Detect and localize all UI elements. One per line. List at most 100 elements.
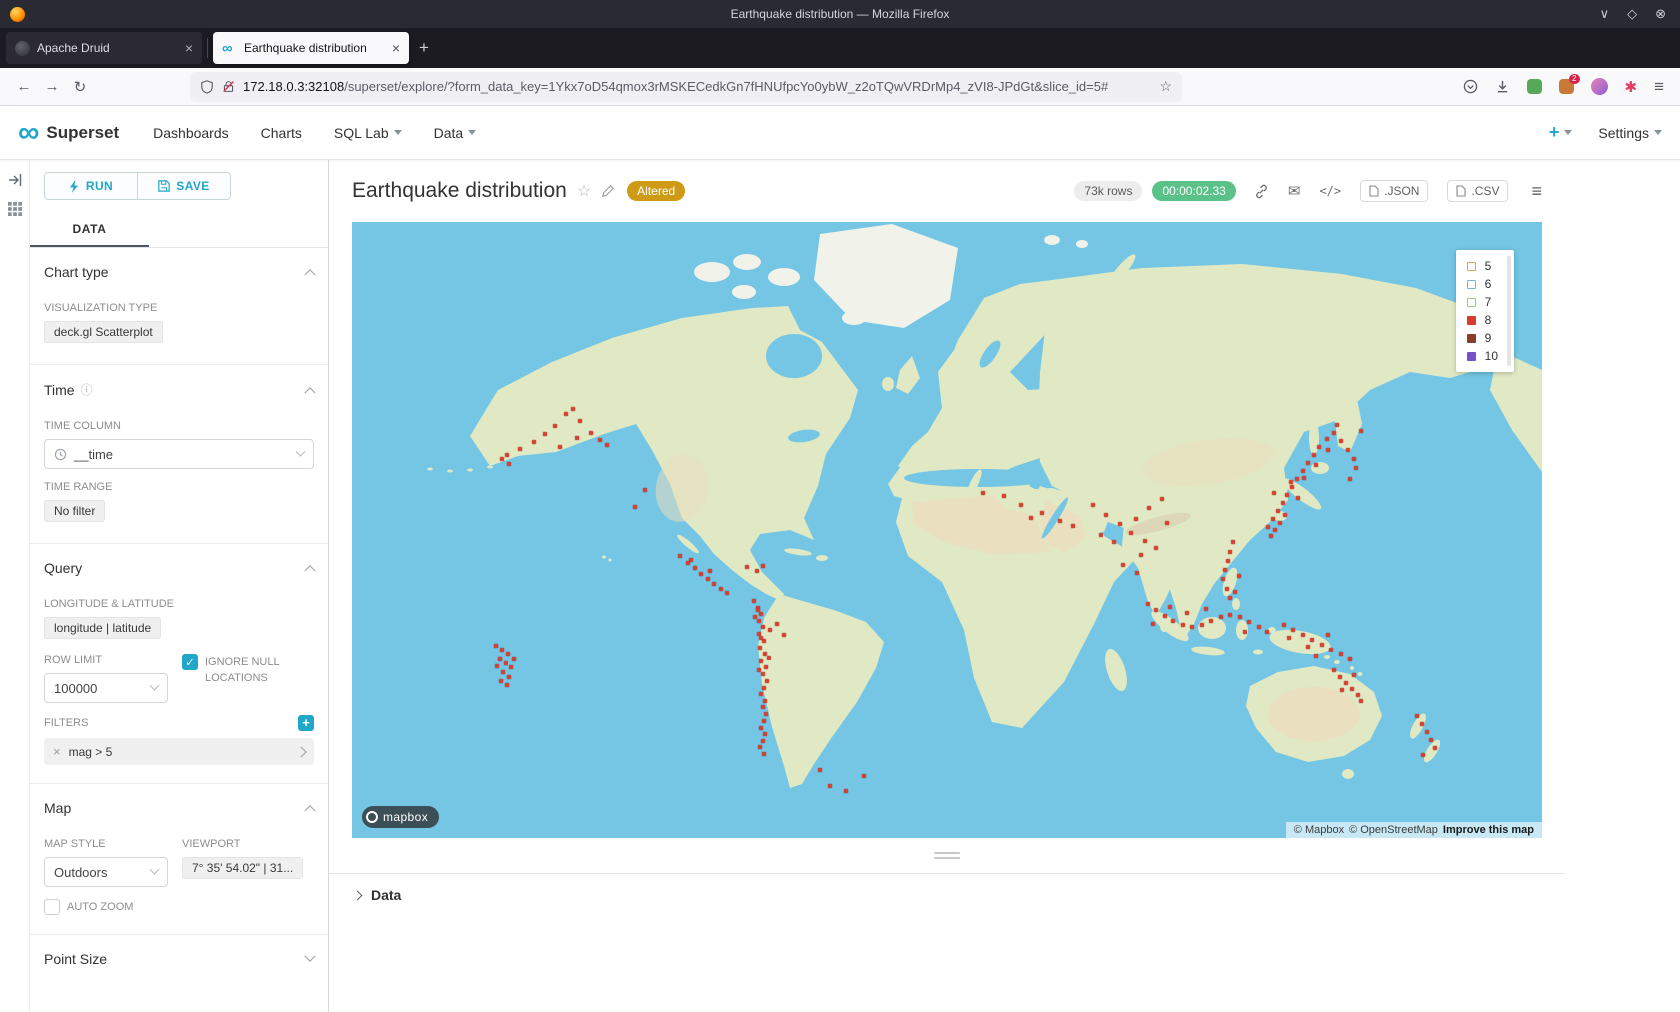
window-close-icon[interactable]: ⊗: [1655, 6, 1666, 22]
pocket-icon[interactable]: [1463, 79, 1478, 94]
shield-icon[interactable]: [200, 80, 214, 94]
nav-sql-lab[interactable]: SQL Lab: [334, 125, 402, 141]
row-limit-select[interactable]: 100000: [44, 673, 168, 703]
scatter-point: [1352, 673, 1356, 677]
attribution-osm-link[interactable]: © OpenStreetMap: [1349, 824, 1438, 836]
window-minimize-icon[interactable]: ∨: [1600, 6, 1610, 22]
scatter-point: [762, 686, 766, 690]
firefox-menu-icon[interactable]: ≡: [1654, 77, 1664, 97]
reload-button[interactable]: ↻: [66, 73, 94, 101]
scatter-point: [761, 705, 765, 709]
email-icon[interactable]: ✉: [1288, 182, 1301, 200]
legend-row[interactable]: 5: [1467, 259, 1498, 273]
window-maximize-icon[interactable]: ◇: [1627, 6, 1637, 22]
legend-row[interactable]: 6: [1467, 277, 1498, 291]
scatter-point: [1118, 522, 1122, 526]
favorite-star-icon[interactable]: ☆: [577, 181, 591, 201]
scatter-point: [782, 633, 786, 637]
bookmark-star-icon[interactable]: ☆: [1159, 78, 1172, 95]
scatter-point: [1287, 636, 1291, 640]
section-point-size-header[interactable]: Point Size: [44, 935, 314, 977]
scatter-points-layer: [352, 222, 1542, 838]
time-column-label: TIME COLUMN: [44, 420, 314, 432]
scatter-point: [712, 582, 716, 586]
scatter-point: [745, 565, 749, 569]
scatter-point: [1160, 497, 1164, 501]
profile-avatar[interactable]: [1591, 78, 1608, 95]
tab-close-icon[interactable]: ×: [185, 40, 193, 56]
legend-row[interactable]: 8: [1467, 313, 1498, 327]
chart-menu-icon[interactable]: ≡: [1531, 181, 1542, 202]
scatter-point: [575, 436, 579, 440]
viewport-tag[interactable]: 7° 35' 54.02" | 31...: [182, 857, 303, 879]
legend-row[interactable]: 9: [1467, 331, 1498, 345]
insecure-lock-icon[interactable]: [222, 80, 235, 93]
add-filter-button[interactable]: +: [298, 715, 314, 731]
scatter-point: [564, 412, 568, 416]
new-item-button[interactable]: +: [1549, 122, 1573, 143]
edit-title-icon[interactable]: [601, 184, 615, 198]
back-button[interactable]: ←: [10, 73, 38, 101]
scatter-point: [706, 577, 710, 581]
scatter-point: [759, 659, 763, 663]
tab-data[interactable]: DATA: [30, 212, 149, 247]
map-style-select[interactable]: Outdoors: [44, 857, 168, 887]
browser-tab-druid[interactable]: Apache Druid ×: [6, 32, 202, 64]
remove-filter-icon[interactable]: ×: [53, 744, 61, 759]
save-button[interactable]: SAVE: [137, 173, 230, 199]
url-bar[interactable]: 172.18.0.3:32108/superset/explore/?form_…: [190, 72, 1182, 102]
section-query-header[interactable]: Query: [44, 544, 314, 586]
legend-row[interactable]: 7: [1467, 295, 1498, 309]
time-column-select[interactable]: __time: [44, 439, 314, 469]
auto-zoom-label[interactable]: AUTO ZOOM: [67, 899, 133, 916]
superset-logo[interactable]: ∞ Superset: [18, 118, 119, 148]
lonlat-tag[interactable]: longitude | latitude: [44, 617, 161, 639]
tab-label: Apache Druid: [37, 41, 178, 55]
new-tab-button[interactable]: +: [419, 38, 429, 58]
scatter-point: [1335, 423, 1339, 427]
section-map-header[interactable]: Map: [44, 784, 314, 826]
nav-charts[interactable]: Charts: [261, 125, 302, 141]
forward-button[interactable]: →: [38, 73, 66, 101]
improve-map-link[interactable]: Improve this map: [1443, 824, 1534, 836]
expand-datasource-panel-icon[interactable]: [7, 172, 23, 188]
scatter-point: [1143, 539, 1147, 543]
run-button[interactable]: RUN: [45, 173, 137, 199]
settings-menu[interactable]: Settings: [1598, 125, 1662, 141]
auto-zoom-checkbox[interactable]: [44, 899, 60, 915]
ignore-null-label[interactable]: IGNORE NULL LOCATIONS: [205, 654, 314, 687]
time-range-tag[interactable]: No filter: [44, 500, 105, 522]
extension-green-icon[interactable]: [1527, 79, 1542, 94]
dataset-grid-icon[interactable]: [8, 202, 22, 216]
scatter-point: [1290, 485, 1294, 489]
tab-close-icon[interactable]: ×: [392, 40, 400, 56]
ignore-null-checkbox[interactable]: ✓: [182, 654, 198, 670]
chart-resize-handle[interactable]: [352, 852, 1542, 859]
download-json-button[interactable]: .JSON: [1360, 180, 1428, 202]
section-time-header[interactable]: Time ⓘ: [44, 365, 314, 408]
chevron-up-icon: [304, 805, 315, 816]
map-canvas[interactable]: 5678910 mapbox © Mapbox © OpenStreetMap …: [352, 222, 1542, 838]
share-link-icon[interactable]: [1254, 184, 1269, 199]
superset-header: ∞ Superset Dashboards Charts SQL Lab Dat…: [0, 106, 1680, 160]
mapbox-logo[interactable]: mapbox: [362, 806, 439, 828]
nav-dashboards[interactable]: Dashboards: [153, 125, 229, 141]
scatter-point: [504, 661, 508, 665]
nav-data[interactable]: Data: [434, 125, 477, 141]
attribution-mapbox-link[interactable]: © Mapbox: [1294, 824, 1344, 836]
downloads-icon[interactable]: [1495, 79, 1510, 94]
embed-code-icon[interactable]: </>: [1319, 184, 1341, 198]
filter-chip[interactable]: × mag > 5: [44, 738, 314, 765]
legend-row[interactable]: 10: [1467, 349, 1498, 363]
data-results-section[interactable]: Data: [329, 873, 1565, 903]
scatter-point: [1302, 476, 1306, 480]
viz-type-tag[interactable]: deck.gl Scatterplot: [44, 321, 163, 343]
scatter-point: [1326, 448, 1330, 452]
browser-tab-earthquake[interactable]: ∞ Earthquake distribution ×: [213, 32, 409, 64]
extension-orange-icon[interactable]: 2: [1559, 79, 1574, 94]
scatter-point: [725, 591, 729, 595]
download-csv-button[interactable]: .CSV: [1447, 180, 1508, 202]
scatter-point: [633, 505, 637, 509]
extension-asterisk-icon[interactable]: ✱: [1625, 78, 1638, 96]
section-chart-type-header[interactable]: Chart type: [44, 248, 314, 290]
